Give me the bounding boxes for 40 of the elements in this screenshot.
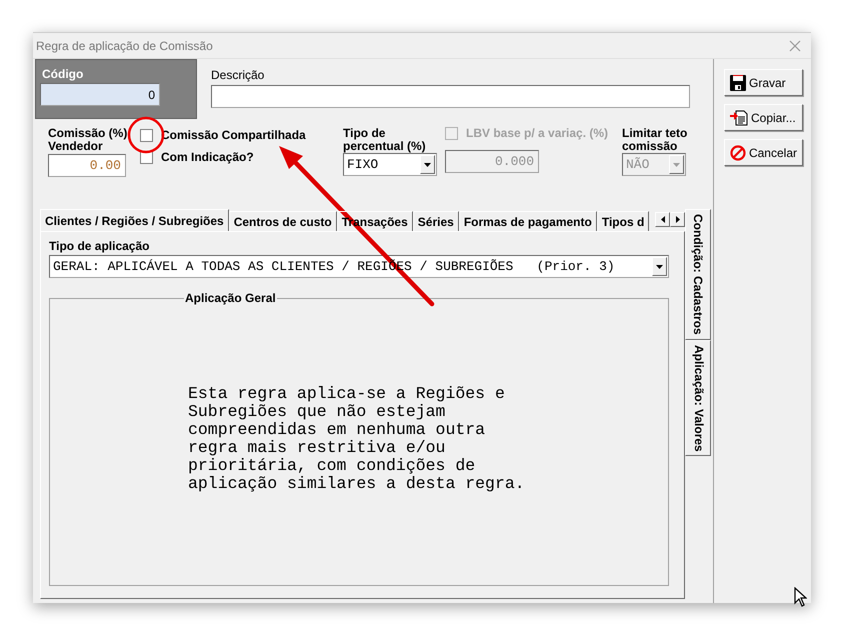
copy-document-icon (730, 110, 748, 126)
checkbox[interactable] (140, 129, 153, 142)
description-field[interactable] (211, 85, 690, 108)
tab[interactable]: Tipos d (596, 211, 650, 231)
dropdown-arrow-icon (656, 264, 663, 268)
checkbox-label: LBV base p/ a variaç. (%) (466, 127, 608, 140)
mouse-pointer-icon (794, 587, 807, 607)
commission-field[interactable]: 0.00 (48, 154, 126, 177)
commission-label: Comissão (%) (48, 127, 128, 140)
side-tab[interactable]: Aplicação: Valores (685, 340, 711, 456)
seller-label: Vendedor (48, 140, 104, 153)
copy-button[interactable]: Copiar... (724, 104, 803, 131)
cancel-button[interactable]: Cancelar (724, 139, 803, 166)
percent-type-label: percentual (%) (343, 140, 427, 153)
close-icon[interactable] (789, 40, 801, 52)
percent-type-dropdown[interactable]: FIXO (343, 153, 437, 176)
tab[interactable]: Centros de custo (228, 211, 337, 231)
left-triangle-icon (660, 216, 664, 223)
limit-label: comissão (622, 140, 678, 153)
tab[interactable]: Clientes / Regiões / Subregiões (40, 209, 229, 231)
scroll-right-button[interactable] (670, 212, 685, 227)
window-title: Regra de aplicação de Comissão (36, 38, 213, 52)
code-field[interactable]: 0 (40, 83, 160, 106)
checkbox-label: Com Indicação? (161, 151, 254, 164)
percent-type-label: Tipo de (343, 127, 386, 140)
scroll-left-button[interactable] (655, 212, 670, 227)
group-title: Aplicação Geral (184, 292, 277, 305)
save-button[interactable]: Gravar (724, 69, 803, 96)
prohibited-icon (730, 144, 746, 160)
tab[interactable]: Formas de pagamento (458, 211, 597, 231)
code-label: Código (42, 68, 84, 81)
right-triangle-icon (676, 216, 680, 223)
description-label: Descrição (211, 69, 266, 82)
dropdown-arrow-icon (424, 162, 431, 166)
side-tab[interactable]: Condição: Cadastros (685, 209, 711, 340)
dropdown-arrow-icon (673, 162, 680, 166)
tab[interactable]: Séries (412, 211, 459, 231)
application-type-label: Tipo de aplicação (49, 240, 150, 253)
limit-label: Limitar teto (622, 127, 688, 140)
description-text: Esta regra aplica-se a Regiões e Subregiões que não estejam compreendidas em nenhuma outra regra mais restritiva e/ou prioritária, com condições de aplicação similares a desta regra. (188, 385, 525, 493)
